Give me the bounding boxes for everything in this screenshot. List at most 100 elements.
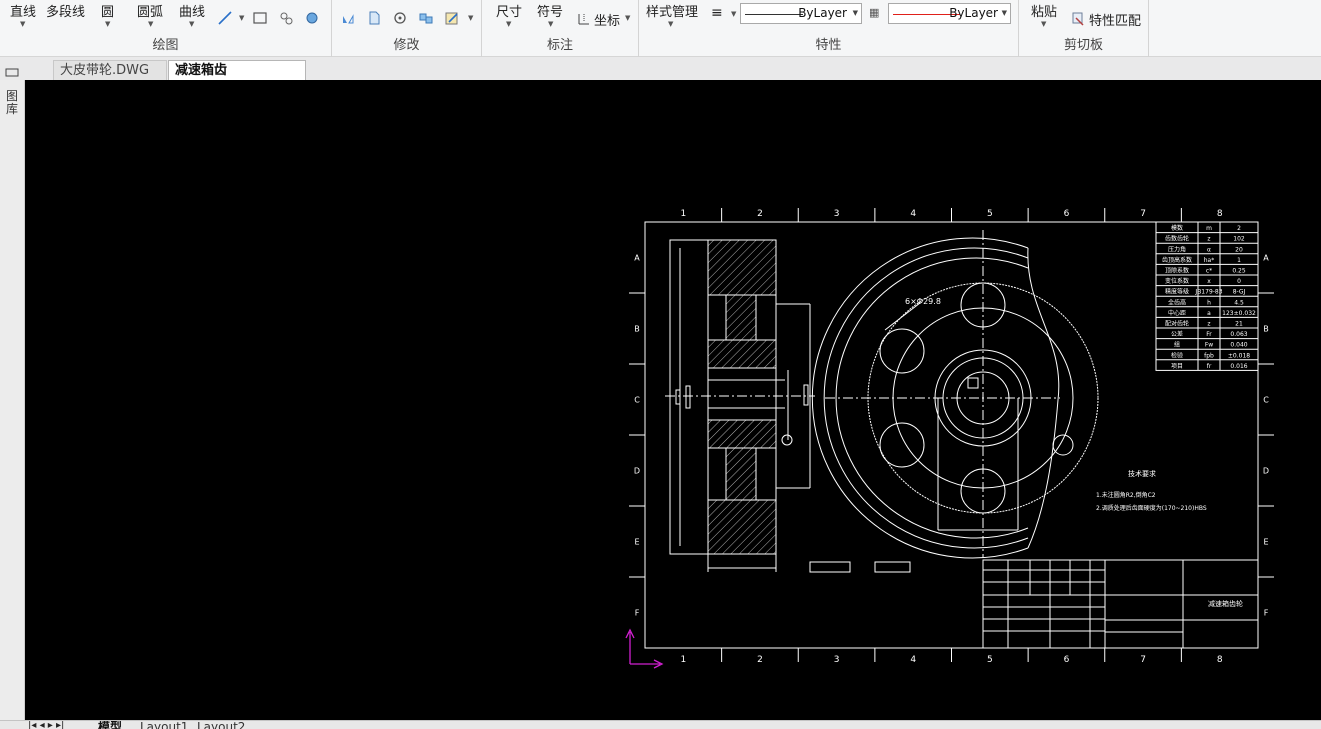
- spec-table-cell: 2: [1237, 225, 1241, 232]
- curve-button[interactable]: 曲线: [179, 1, 205, 20]
- array-icon[interactable]: [418, 10, 434, 26]
- spec-table-cell: fr: [1207, 363, 1212, 370]
- zone-column-bottom: 4: [910, 655, 916, 665]
- drawing-canvas[interactable]: 1122334455667788AABBCCDDEEFF 6×Φ29.8 技术要…: [25, 80, 1321, 720]
- hole-callout-label: 6×Φ29.8: [905, 297, 941, 306]
- spec-table-cell: 全齿高: [1168, 298, 1186, 306]
- spec-table-cell: c*: [1206, 268, 1212, 275]
- draw-panel: 直线 ▼ 多段线 圆 ▼ 圆弧 ▼ 曲线 ▼ ▼ 绘图: [0, 0, 332, 57]
- zone-column-bottom: 1: [680, 655, 686, 665]
- coordinate-button[interactable]: 坐标: [594, 10, 620, 29]
- zone-column-top: 1: [680, 209, 686, 219]
- zone-column-bottom: 3: [834, 655, 840, 665]
- spec-table-cell: 21: [1235, 321, 1243, 328]
- spec-table-cell: fpb: [1204, 352, 1214, 359]
- arc-button[interactable]: 圆弧: [137, 1, 163, 20]
- technical-requirement-1: 1.未注圆角R2,倒角C2: [1096, 491, 1156, 499]
- spec-table-cell: 1: [1237, 257, 1241, 264]
- symbol-button[interactable]: 符号: [537, 1, 563, 20]
- spec-table-cell: 8-GJ: [1233, 289, 1246, 296]
- style-manager-dropdown-icon[interactable]: ▼: [668, 20, 673, 28]
- region-icon[interactable]: [304, 10, 320, 26]
- line-button[interactable]: 直线: [10, 1, 36, 20]
- spec-table-cell: 0: [1237, 278, 1241, 285]
- rotate-icon[interactable]: [392, 10, 408, 26]
- zone-row-right: A: [1263, 254, 1269, 263]
- linetype-select[interactable]: ByLayer ▼: [740, 3, 862, 24]
- tab-gear-dwg[interactable]: 减速箱齿轮.DWG×: [168, 60, 306, 97]
- zone-column-top: 5: [987, 209, 993, 219]
- color-dropdown-icon: ▼: [1001, 9, 1007, 17]
- annotate-panel: 尺寸 ▼ 符号 ▼ 坐标 ▼ 标注: [482, 0, 639, 57]
- spec-table-cell: z: [1207, 236, 1210, 243]
- spec-table-cell: 20: [1235, 246, 1243, 253]
- zone-row-right: C: [1263, 396, 1269, 405]
- curve-dropdown-icon[interactable]: ▼: [189, 20, 194, 28]
- match-properties-icon[interactable]: [1070, 10, 1086, 26]
- tab-layout2[interactable]: Layout2: [197, 721, 245, 729]
- tab-layout1[interactable]: Layout1: [140, 721, 188, 729]
- paste-button[interactable]: 粘贴: [1031, 1, 1057, 20]
- annotate-panel-title: 标注: [546, 38, 573, 53]
- properties-panel-title: 特性: [815, 38, 842, 53]
- symbol-dropdown-icon[interactable]: ▼: [548, 20, 553, 28]
- properties-panel: 样式管理 ▼ ≡ ▼ ByLayer ▼ ▦ ByLayer ▼ 特性: [639, 0, 1019, 57]
- zone-row-left: F: [635, 609, 640, 618]
- offset-icon[interactable]: [366, 10, 382, 26]
- zone-column-bottom: 6: [1064, 655, 1070, 665]
- spec-table-cell: 齿顶高系数: [1162, 256, 1192, 264]
- spec-table-cell: ±0.018: [1228, 352, 1250, 359]
- construction-line-dropdown-icon[interactable]: ▼: [239, 14, 244, 22]
- dimension-dropdown-icon[interactable]: ▼: [506, 20, 511, 28]
- tab-model[interactable]: 模型: [98, 721, 122, 729]
- match-properties-button[interactable]: 特性匹配: [1089, 10, 1141, 29]
- linescale-icon[interactable]: ▦: [869, 6, 879, 19]
- color-value: ByLayer: [949, 6, 998, 20]
- zone-column-top: 2: [757, 209, 763, 219]
- zone-row-left: B: [634, 325, 640, 334]
- spec-table-cell: 压力角: [1168, 245, 1186, 253]
- library-tab-label[interactable]: 图库: [5, 90, 19, 116]
- lineweight-dropdown-icon[interactable]: ▼: [731, 10, 736, 18]
- zone-column-bottom: 7: [1140, 655, 1146, 665]
- coordinate-dropdown-icon[interactable]: ▼: [625, 14, 630, 22]
- linetype-value: ByLayer: [798, 6, 847, 20]
- modify-dropdown-icon[interactable]: ▼: [468, 14, 473, 22]
- zone-column-bottom: 8: [1217, 655, 1223, 665]
- tab-pulley-dwg[interactable]: 大皮带轮.DWG: [53, 60, 167, 80]
- technical-requirement-2: 2.调质处理后齿面硬度为(170~210)HBS: [1096, 504, 1207, 512]
- spec-table-cell: 组: [1174, 341, 1180, 349]
- tab-nav-first-icon[interactable]: |◂ ◂ ▸ ▸|: [28, 721, 64, 729]
- spec-table-cell: 配对齿轮: [1165, 320, 1189, 328]
- spec-table-cell: 123±0.032: [1222, 310, 1256, 317]
- zone-row-left: D: [634, 467, 640, 476]
- clipboard-panel-title: 剪切板: [1063, 38, 1103, 53]
- hatch-icon[interactable]: [278, 10, 294, 26]
- polyline-button[interactable]: 多段线: [46, 1, 85, 20]
- style-manager-button[interactable]: 样式管理: [646, 1, 698, 20]
- linetype-sample: [745, 14, 803, 15]
- circle-button[interactable]: 圆: [101, 1, 114, 20]
- linetype-dropdown-icon: ▼: [852, 9, 858, 17]
- dimension-button[interactable]: 尺寸: [496, 1, 522, 20]
- spec-table-cell: 0.063: [1230, 331, 1247, 338]
- zone-row-left: E: [634, 538, 639, 547]
- spec-table-cell: 102: [1233, 236, 1245, 243]
- paste-dropdown-icon[interactable]: ▼: [1041, 20, 1046, 28]
- circle-dropdown-icon[interactable]: ▼: [105, 20, 110, 28]
- color-select[interactable]: ByLayer ▼: [888, 3, 1011, 24]
- lineweight-icon[interactable]: ≡: [711, 5, 723, 21]
- title-block-name: 减速箱齿轮: [1208, 599, 1243, 608]
- zone-row-left: C: [634, 396, 640, 405]
- zone-row-right: E: [1263, 538, 1268, 547]
- ribbon: 直线 ▼ 多段线 圆 ▼ 圆弧 ▼ 曲线 ▼ ▼ 绘图 ▼ 修改 尺寸 ▼ 符号…: [0, 0, 1321, 57]
- line-dropdown-icon[interactable]: ▼: [20, 20, 25, 28]
- arc-dropdown-icon[interactable]: ▼: [148, 20, 153, 28]
- construction-line-icon[interactable]: [217, 10, 233, 26]
- mirror-icon[interactable]: [340, 10, 356, 26]
- ucs-icon: [625, 628, 664, 669]
- edit-icon[interactable]: [444, 10, 460, 26]
- library-icon[interactable]: [5, 67, 19, 77]
- rectangle-icon[interactable]: [252, 10, 268, 26]
- spec-table-cell: Fw: [1205, 342, 1213, 349]
